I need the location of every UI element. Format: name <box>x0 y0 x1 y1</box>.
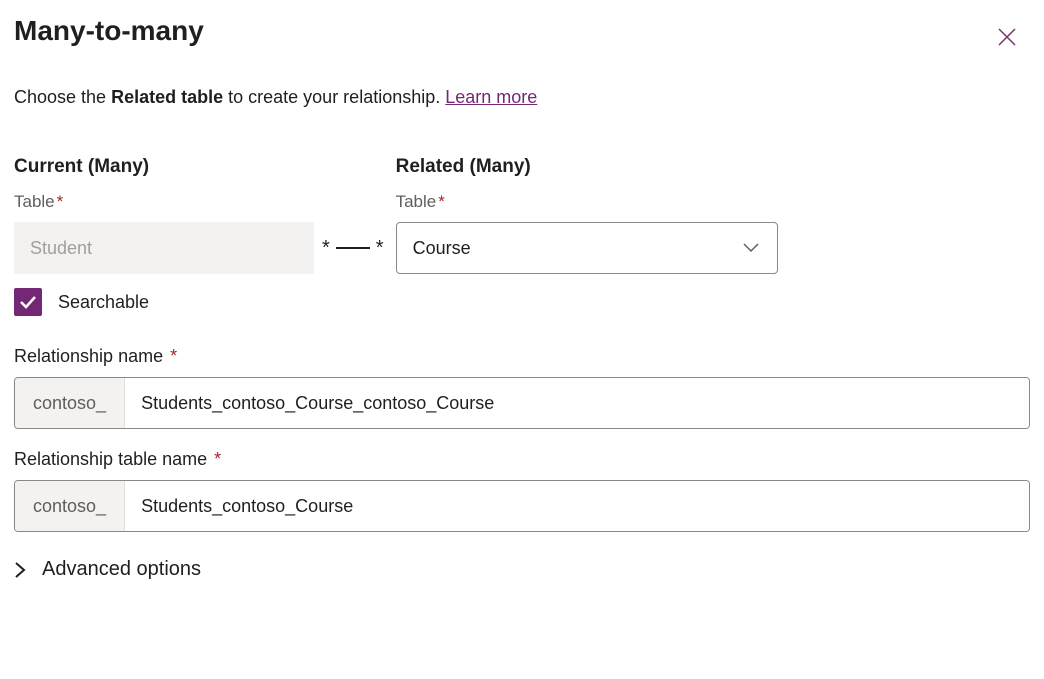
advanced-options-toggle[interactable]: Advanced options <box>14 558 1030 581</box>
current-table-value: Student <box>14 222 314 274</box>
close-icon <box>998 28 1016 46</box>
relationship-name-prefix: contoso_ <box>15 378 125 428</box>
advanced-options-label: Advanced options <box>42 558 201 581</box>
relationship-table-name-label: Relationship table name * <box>14 449 1030 470</box>
current-table-label: Table* <box>14 192 314 212</box>
check-icon <box>20 295 36 309</box>
relationship-name-input[interactable] <box>125 378 1029 428</box>
current-heading: Current (Many) <box>14 156 314 178</box>
searchable-label: Searchable <box>58 292 149 313</box>
multiplicity-left: * <box>322 237 330 260</box>
connector-line-icon <box>336 247 370 249</box>
chevron-right-icon <box>14 561 26 579</box>
searchable-checkbox[interactable] <box>14 288 42 316</box>
related-heading: Related (Many) <box>396 156 778 178</box>
close-button[interactable] <box>990 20 1024 57</box>
dialog-title: Many-to-many <box>14 14 204 48</box>
relationship-name-field: contoso_ <box>14 377 1030 429</box>
relationship-table-name-prefix: contoso_ <box>15 481 125 531</box>
related-table-select[interactable]: Course <box>396 222 778 274</box>
description-bold: Related table <box>111 87 223 107</box>
relation-connector: * * <box>314 222 392 274</box>
learn-more-link[interactable]: Learn more <box>445 87 537 107</box>
chevron-down-icon <box>743 243 759 253</box>
related-table-value: Course <box>413 238 471 259</box>
related-table-label: Table* <box>396 192 778 212</box>
description-text: Choose the Related table to create your … <box>14 87 1030 108</box>
multiplicity-right: * <box>376 237 384 260</box>
description-suffix: to create your relationship. <box>223 87 445 107</box>
relationship-name-label: Relationship name * <box>14 346 1030 367</box>
relationship-table-name-input[interactable] <box>125 481 1029 531</box>
description-prefix: Choose the <box>14 87 111 107</box>
relationship-table-name-field: contoso_ <box>14 480 1030 532</box>
